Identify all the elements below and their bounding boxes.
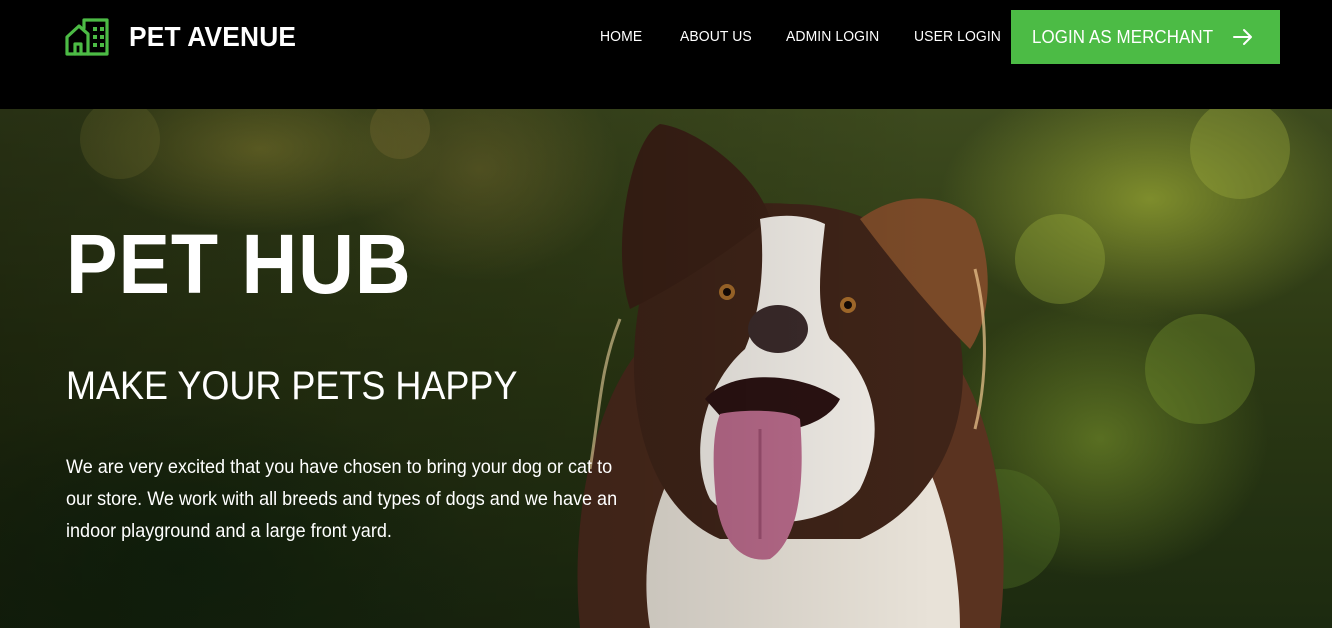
hero-subtitle: MAKE YOUR PETS HAPPY xyxy=(66,364,518,408)
nav-home-link[interactable]: HOME xyxy=(600,26,642,48)
hero-section: PET HUB MAKE YOUR PETS HAPPY We are very… xyxy=(0,109,1332,628)
nav-admin-login-link[interactable]: ADMIN LOGIN xyxy=(786,26,879,48)
arrow-right-icon xyxy=(1233,29,1252,45)
nav-user-login-link[interactable]: USER LOGIN xyxy=(914,26,1001,48)
login-as-merchant-button[interactable]: LOGIN AS MERCHANT xyxy=(1011,10,1280,64)
nav-about-us-link[interactable]: ABOUT US xyxy=(680,26,752,48)
navbar: PET AVENUE HOME ABOUT US ADMIN LOGIN USE… xyxy=(0,0,1332,109)
hero-description: We are very excited that you have chosen… xyxy=(66,456,618,542)
merchant-button-label: LOGIN AS MERCHANT xyxy=(1032,26,1214,47)
hero-title: PET HUB xyxy=(66,217,412,311)
